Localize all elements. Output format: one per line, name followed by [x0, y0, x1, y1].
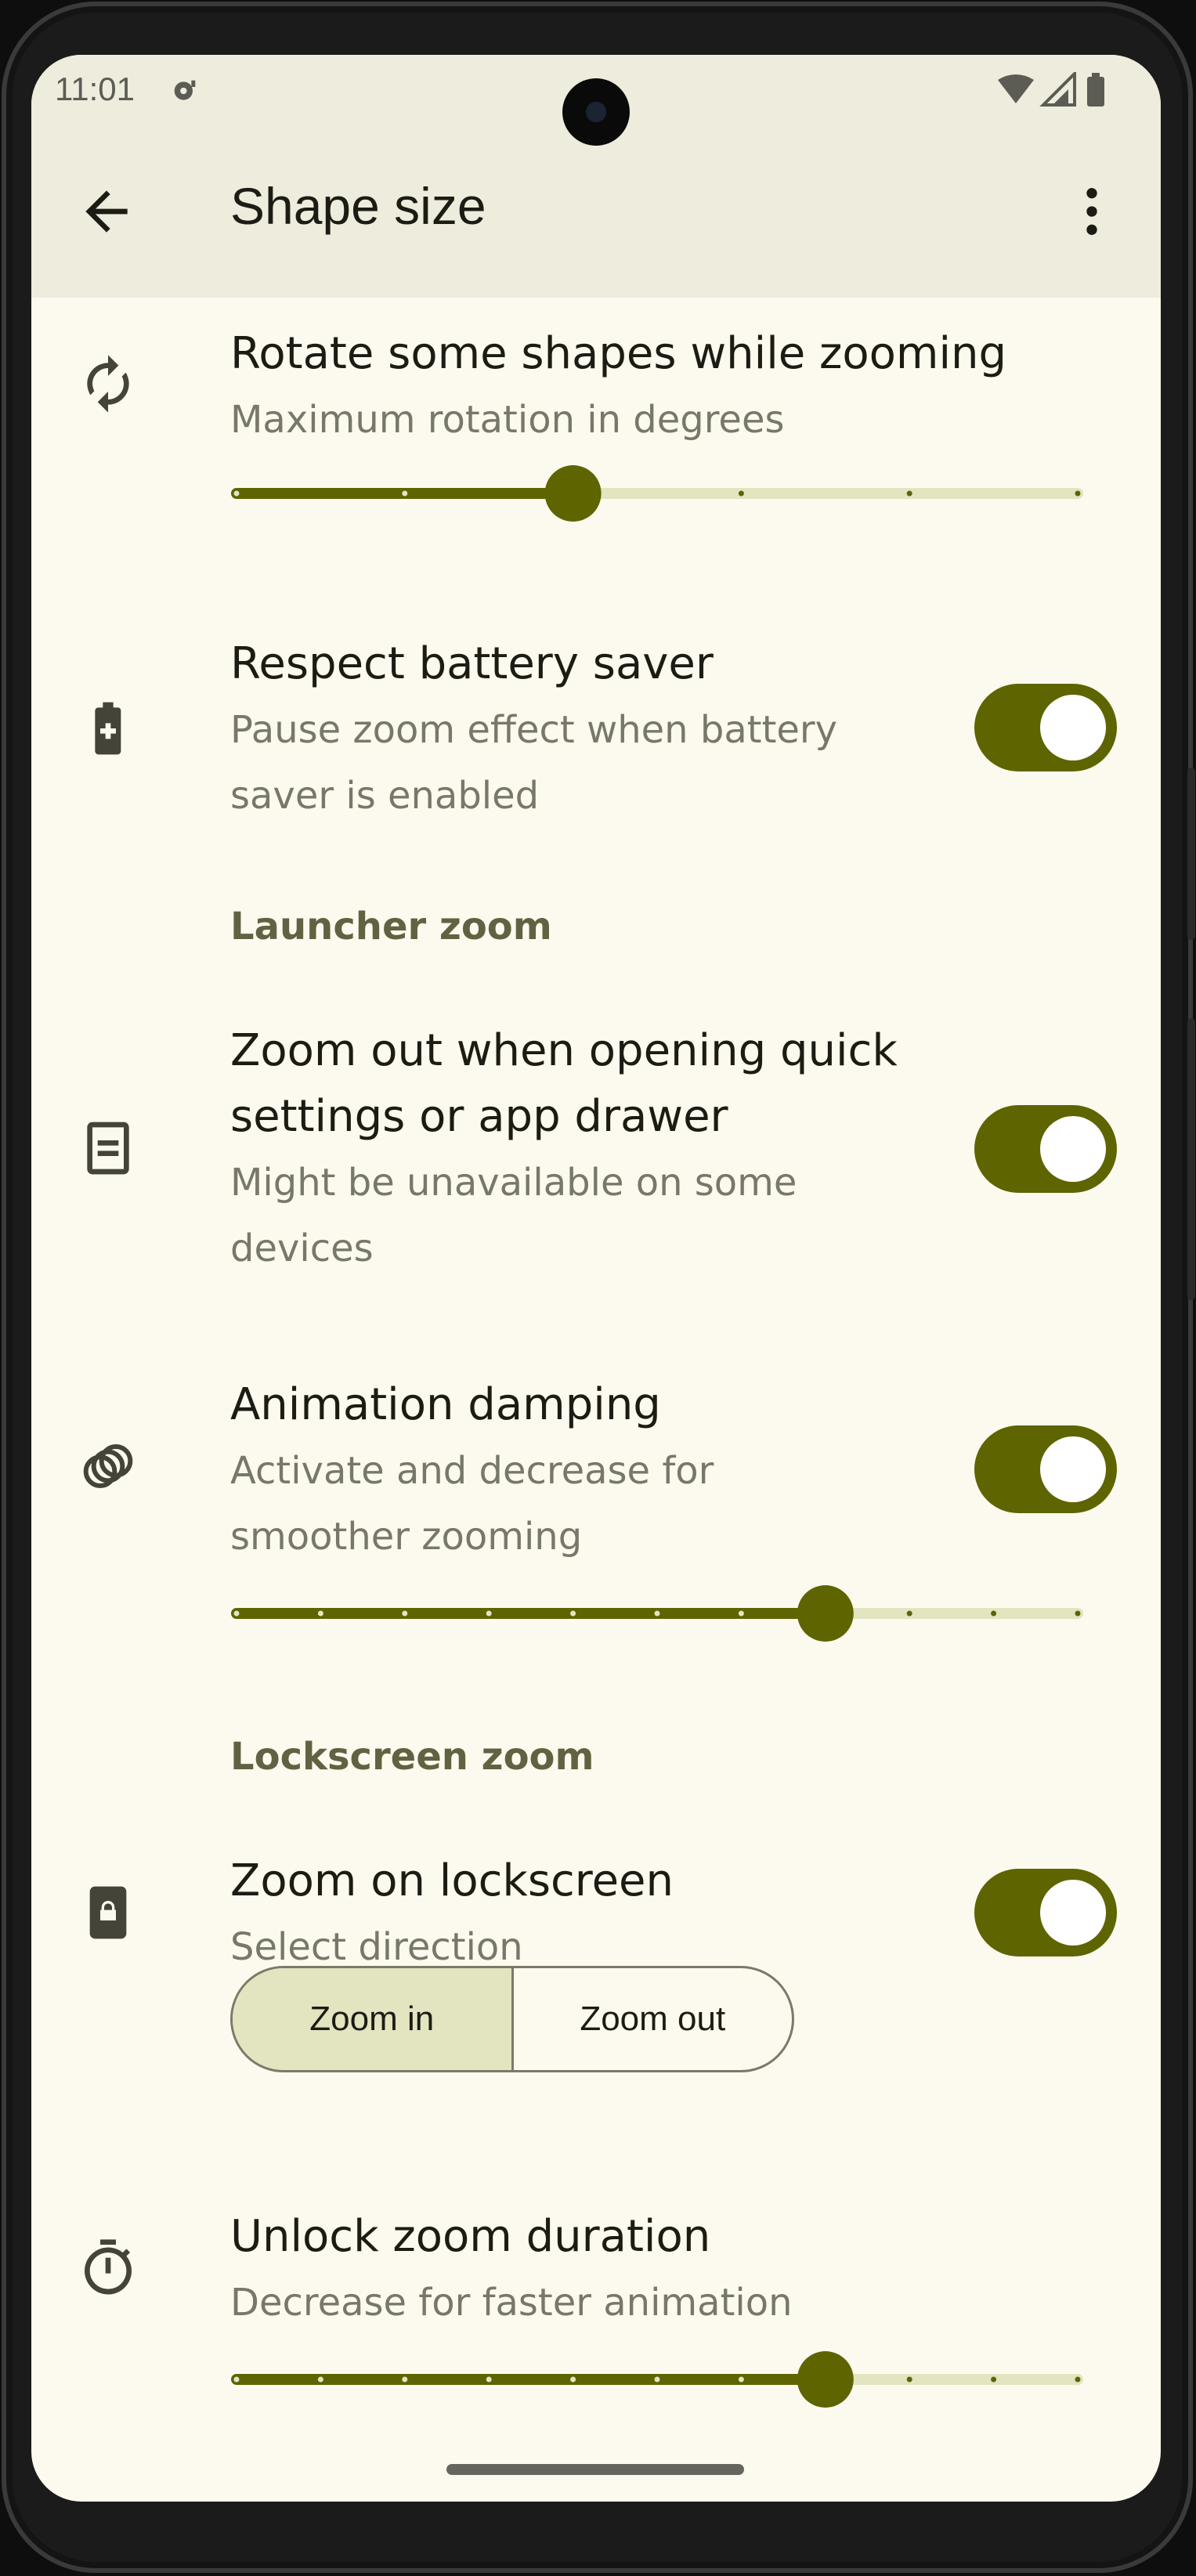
battery-saver-switch[interactable] — [974, 684, 1117, 771]
battery-title: Respect battery saver — [230, 638, 714, 689]
slider-tick — [317, 2376, 323, 2383]
damping-subtitle-line2: smoother zooming — [230, 1515, 583, 1559]
slider-tick — [654, 2376, 660, 2383]
status-time: 11:01 — [55, 70, 135, 107]
document-icon — [87, 1122, 129, 1175]
zoom-direction-toggle[interactable]: Zoom in Zoom out — [230, 1966, 794, 2072]
slider-tick — [317, 1610, 323, 1617]
slider-tick — [402, 2376, 408, 2383]
slider-tick — [906, 1610, 912, 1617]
rotate-icon — [87, 355, 129, 413]
slider-tick — [906, 490, 912, 497]
back-arrow-icon[interactable] — [75, 180, 138, 243]
slider-tick — [233, 490, 240, 497]
lockscreen-title: Zoom on lockscreen — [230, 1855, 674, 1906]
status-icons — [998, 72, 1104, 107]
battery-icon — [1087, 77, 1104, 107]
slider-tick — [233, 1610, 240, 1617]
switch-knob — [1040, 1880, 1106, 1946]
zoom-in-option[interactable]: Zoom in — [233, 1968, 514, 2070]
rotate-subtitle: Maximum rotation in degrees — [230, 398, 785, 442]
slider-tick — [486, 2376, 492, 2383]
switch-knob — [1040, 695, 1106, 761]
slider-tick — [738, 2376, 744, 2383]
unlock-duration-title: Unlock zoom duration — [230, 2211, 711, 2262]
battery-subtitle-line2: saver is enabled — [230, 774, 540, 818]
damping-switch[interactable] — [974, 1425, 1117, 1513]
slider-tick — [570, 1610, 576, 1617]
section-lockscreen-zoom: Lockscreen zoom — [230, 1735, 594, 1779]
quick-settings-switch[interactable] — [974, 1105, 1117, 1193]
screen: Rotate some shapes while zooming Maximum… — [31, 55, 1161, 2502]
quick-settings-subtitle-line2: devices — [230, 1227, 374, 1270]
slider-tick — [991, 2376, 997, 2383]
page-title: Shape size — [230, 177, 486, 235]
power-button — [1187, 768, 1195, 940]
damping-title: Animation damping — [230, 1379, 661, 1430]
slider-tick — [486, 1610, 492, 1617]
slider-tick — [738, 490, 744, 497]
rotate-title: Rotate some shapes while zooming — [230, 328, 1007, 379]
top-app-bar: 11:01 Shape size — [31, 55, 1161, 298]
lockscreen-switch[interactable] — [974, 1869, 1117, 1956]
zoom-out-option[interactable]: Zoom out — [514, 1968, 793, 2070]
settings-list[interactable]: Rotate some shapes while zooming Maximum… — [31, 55, 1161, 2502]
notification-icon — [174, 80, 196, 100]
phone-lock-icon — [89, 1886, 127, 1939]
rotation-slider[interactable] — [230, 462, 1084, 525]
slider-tick — [1075, 490, 1081, 497]
battery-plus-icon — [95, 702, 121, 755]
slider-tick — [738, 1610, 744, 1617]
volume-button — [1187, 1018, 1195, 1300]
slider-tick — [1075, 2376, 1081, 2383]
battery-subtitle-line1: Pause zoom effect when battery — [230, 708, 838, 752]
wifi-icon — [998, 74, 1034, 103]
timer-icon — [85, 2239, 132, 2295]
unlock-duration-slider[interactable] — [230, 2348, 1084, 2411]
damping-subtitle-line1: Activate and decrease for — [230, 1449, 714, 1493]
gesture-handle[interactable] — [446, 2464, 744, 2475]
slider-tick — [906, 2376, 912, 2383]
slider-tick — [402, 490, 408, 497]
quick-settings-subtitle-line1: Might be unavailable on some — [230, 1161, 797, 1205]
slider-thumb[interactable] — [797, 2351, 854, 2408]
slider-tick — [233, 2376, 240, 2383]
slider-tick — [991, 1610, 997, 1617]
quick-settings-title-line2: settings or app drawer — [230, 1091, 728, 1142]
section-launcher-zoom: Launcher zoom — [230, 905, 552, 948]
slider-thumb[interactable] — [544, 465, 602, 522]
quick-settings-title-line1: Zoom out when opening quick — [230, 1025, 898, 1076]
front-camera — [562, 78, 630, 146]
slider-tick — [570, 2376, 576, 2383]
rings-icon — [83, 1444, 133, 1488]
slider-thumb[interactable] — [797, 1585, 854, 1642]
unlock-duration-subtitle: Decrease for faster animation — [230, 2281, 793, 2325]
switch-knob — [1040, 1116, 1106, 1182]
slider-tick — [654, 1610, 660, 1617]
more-options-icon[interactable] — [1061, 180, 1123, 243]
switch-knob — [1040, 1436, 1106, 1502]
slider-tick — [402, 1610, 408, 1617]
damping-slider[interactable] — [230, 1582, 1084, 1645]
slider-tick — [1075, 1610, 1081, 1617]
